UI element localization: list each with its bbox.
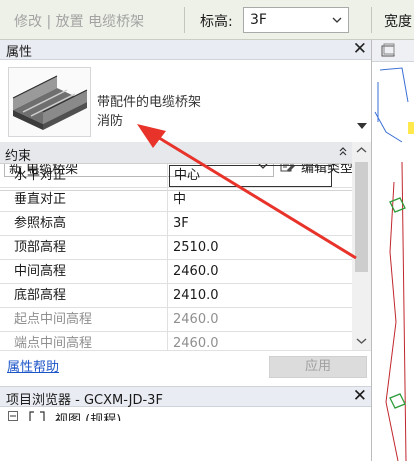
- property-grid: 约束 水平对正 中心 垂直对正 中 参照标高 3F 顶部高程 2510.0 中间…: [0, 142, 352, 350]
- level-dropdown[interactable]: 3F: [243, 7, 349, 33]
- type-family-name: 带配件的电缆桥架: [97, 95, 202, 110]
- property-value[interactable]: 2460.0: [169, 260, 352, 284]
- drawing-geometry: [374, 67, 414, 461]
- collapse-icon: [339, 147, 347, 156]
- chevron-down-icon: [332, 17, 342, 23]
- divider: [371, 7, 372, 33]
- category-label: 约束: [5, 149, 32, 164]
- property-value[interactable]: 2510.0: [169, 236, 352, 260]
- property-row[interactable]: 底部高程 2410.0: [0, 284, 352, 308]
- project-browser-title: 项目浏览器 - GCXM-JD-3F: [6, 393, 163, 408]
- cable-tray-preview-icon: [8, 67, 91, 137]
- divider: [184, 7, 185, 33]
- properties-title-bar: 属性 ✕: [0, 39, 371, 60]
- properties-help-link[interactable]: 属性帮助: [7, 356, 59, 375]
- apply-button[interactable]: 应用: [269, 356, 367, 378]
- property-value[interactable]: 3F: [169, 212, 352, 236]
- scrollbar-thumb[interactable]: [355, 162, 368, 272]
- view-tab-icon[interactable]: [380, 43, 396, 59]
- property-name: 水平对正: [0, 164, 168, 188]
- property-name: 参照标高: [0, 212, 168, 236]
- property-name: 端点中间高程: [0, 332, 168, 350]
- close-icon[interactable]: ✕: [353, 39, 367, 59]
- property-value[interactable]: 2410.0: [169, 284, 352, 308]
- properties-footer: 属性帮助 应用: [0, 350, 371, 386]
- property-name: 垂直对正: [0, 188, 168, 212]
- view-tab-bar: [372, 40, 414, 62]
- context-tab-label: 修改 | 放置 电缆桥架: [14, 14, 145, 30]
- property-value: 2460.0: [173, 312, 219, 327]
- scroll-down-icon[interactable]: [356, 337, 367, 345]
- property-name: 中间高程: [0, 260, 168, 284]
- property-row[interactable]: 垂直对正 中: [0, 188, 352, 212]
- property-value: 2460.0: [173, 336, 219, 350]
- property-row: 起点中间高程 2460.0: [0, 308, 352, 332]
- property-scrollbar[interactable]: [352, 142, 371, 350]
- properties-title: 属性: [6, 45, 33, 60]
- property-name: 顶部高程: [0, 236, 168, 260]
- property-row[interactable]: 中间高程 2460.0: [0, 260, 352, 284]
- project-browser-title-bar: 项目浏览器 - GCXM-JD-3F ✕: [0, 386, 371, 408]
- property-row[interactable]: 水平对正 中心: [0, 164, 352, 188]
- type-name: 消防: [97, 114, 124, 129]
- tree-item-views[interactable]: 视图 (规程): [0, 408, 371, 421]
- option-bar: 修改 | 放置 电缆桥架 标高: 3F 宽度: [0, 0, 414, 40]
- property-name: 起点中间高程: [0, 308, 168, 332]
- category-constraints[interactable]: 约束: [0, 142, 352, 164]
- views-icon: [29, 411, 45, 421]
- property-name: 底部高程: [0, 284, 168, 308]
- scroll-up-icon[interactable]: [356, 146, 367, 154]
- property-row[interactable]: 顶部高程 2510.0: [0, 236, 352, 260]
- dropdown-triangle-icon[interactable]: [357, 123, 367, 129]
- property-value[interactable]: 中: [169, 188, 352, 212]
- close-icon[interactable]: ✕: [353, 386, 367, 406]
- collapse-icon[interactable]: [8, 411, 18, 421]
- property-row: 端点中间高程 2460.0: [0, 332, 352, 350]
- property-value-input[interactable]: 中心: [169, 165, 332, 187]
- property-row[interactable]: 参照标高 3F: [0, 212, 352, 236]
- level-label: 标高:: [200, 14, 233, 30]
- tree-item-label: 视图 (规程): [55, 413, 122, 421]
- level-value: 3F: [250, 12, 267, 28]
- drawing-area[interactable]: [371, 40, 414, 461]
- width-label: 宽度: [384, 14, 412, 30]
